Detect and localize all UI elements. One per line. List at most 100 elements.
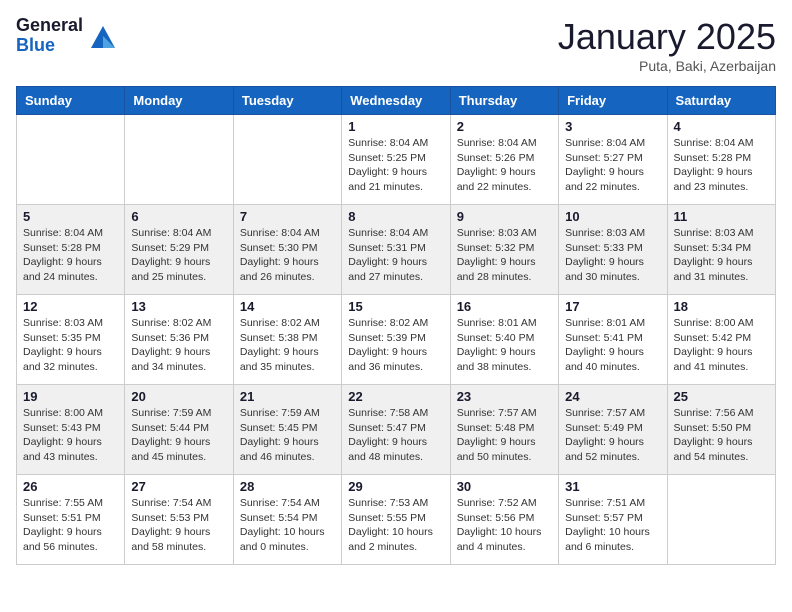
calendar-cell: 24 Sunrise: 7:57 AMSunset: 5:49 PMDayligh… (559, 385, 667, 475)
calendar-cell (667, 475, 775, 565)
day-info: Sunrise: 8:04 AMSunset: 5:27 PMDaylight:… (565, 136, 660, 195)
day-info: Sunrise: 8:03 AMSunset: 5:35 PMDaylight:… (23, 316, 118, 375)
weekday-header-friday: Friday (559, 87, 667, 115)
day-number: 18 (674, 299, 769, 314)
calendar-cell: 18 Sunrise: 8:00 AMSunset: 5:42 PMDayligh… (667, 295, 775, 385)
day-number: 6 (131, 209, 226, 224)
logo: General Blue (16, 16, 117, 56)
day-info: Sunrise: 7:57 AMSunset: 5:49 PMDaylight:… (565, 406, 660, 465)
day-number: 7 (240, 209, 335, 224)
day-info: Sunrise: 7:52 AMSunset: 5:56 PMDaylight:… (457, 496, 552, 555)
day-number: 14 (240, 299, 335, 314)
calendar-cell: 28 Sunrise: 7:54 AMSunset: 5:54 PMDayligh… (233, 475, 341, 565)
calendar-cell (17, 115, 125, 205)
day-info: Sunrise: 7:51 AMSunset: 5:57 PMDaylight:… (565, 496, 660, 555)
day-info: Sunrise: 8:04 AMSunset: 5:28 PMDaylight:… (23, 226, 118, 285)
day-number: 26 (23, 479, 118, 494)
calendar-cell: 13 Sunrise: 8:02 AMSunset: 5:36 PMDayligh… (125, 295, 233, 385)
page-header: General Blue January 2025 Puta, Baki, Az… (16, 16, 776, 74)
calendar-week-row: 12 Sunrise: 8:03 AMSunset: 5:35 PMDayligh… (17, 295, 776, 385)
location: Puta, Baki, Azerbaijan (558, 58, 776, 74)
weekday-header-sunday: Sunday (17, 87, 125, 115)
day-info: Sunrise: 7:54 AMSunset: 5:54 PMDaylight:… (240, 496, 335, 555)
day-number: 27 (131, 479, 226, 494)
day-number: 24 (565, 389, 660, 404)
day-info: Sunrise: 7:54 AMSunset: 5:53 PMDaylight:… (131, 496, 226, 555)
calendar-cell: 22 Sunrise: 7:58 AMSunset: 5:47 PMDayligh… (342, 385, 450, 475)
calendar-week-row: 5Sunrise: 8:04 AMSunset: 5:28 PMDaylight… (17, 205, 776, 295)
calendar-cell: 29Sunrise: 7:53 AMSunset: 5:55 PMDayligh… (342, 475, 450, 565)
calendar-cell: 1 Sunrise: 8:04 AMSunset: 5:25 PMDaylight… (342, 115, 450, 205)
calendar-cell: 23Sunrise: 7:57 AMSunset: 5:48 PMDayligh… (450, 385, 558, 475)
calendar-cell: 30 Sunrise: 7:52 AMSunset: 5:56 PMDayligh… (450, 475, 558, 565)
calendar-cell: 17 Sunrise: 8:01 AMSunset: 5:41 PMDayligh… (559, 295, 667, 385)
calendar-header-row: SundayMondayTuesdayWednesdayThursdayFrid… (17, 87, 776, 115)
calendar-cell: 19 Sunrise: 8:00 AMSunset: 5:43 PMDayligh… (17, 385, 125, 475)
day-info: Sunrise: 8:01 AMSunset: 5:40 PMDaylight:… (457, 316, 552, 375)
day-info: Sunrise: 8:00 AMSunset: 5:42 PMDaylight:… (674, 316, 769, 375)
calendar-cell: 31 Sunrise: 7:51 AMSunset: 5:57 PMDayligh… (559, 475, 667, 565)
day-number: 16 (457, 299, 552, 314)
calendar-cell: 14 Sunrise: 8:02 AMSunset: 5:38 PMDayligh… (233, 295, 341, 385)
day-info: Sunrise: 8:03 AMSunset: 5:33 PMDaylight:… (565, 226, 660, 285)
day-info: Sunrise: 8:04 AMSunset: 5:25 PMDaylight:… (348, 136, 443, 195)
calendar-cell: 27 Sunrise: 7:54 AMSunset: 5:53 PMDayligh… (125, 475, 233, 565)
calendar-cell: 15Sunrise: 8:02 AMSunset: 5:39 PMDayligh… (342, 295, 450, 385)
calendar-cell: 25 Sunrise: 7:56 AMSunset: 5:50 PMDayligh… (667, 385, 775, 475)
calendar-cell: 21Sunrise: 7:59 AMSunset: 5:45 PMDayligh… (233, 385, 341, 475)
calendar-cell: 10Sunrise: 8:03 AMSunset: 5:33 PMDayligh… (559, 205, 667, 295)
month-title: January 2025 (558, 16, 776, 58)
calendar-cell: 3 Sunrise: 8:04 AMSunset: 5:27 PMDaylight… (559, 115, 667, 205)
weekday-header-saturday: Saturday (667, 87, 775, 115)
calendar-cell: 6 Sunrise: 8:04 AMSunset: 5:29 PMDaylight… (125, 205, 233, 295)
calendar-table: SundayMondayTuesdayWednesdayThursdayFrid… (16, 86, 776, 565)
day-number: 20 (131, 389, 226, 404)
day-number: 29 (348, 479, 443, 494)
day-number: 12 (23, 299, 118, 314)
day-info: Sunrise: 8:04 AMSunset: 5:30 PMDaylight:… (240, 226, 335, 285)
day-number: 11 (674, 209, 769, 224)
day-number: 8 (348, 209, 443, 224)
day-info: Sunrise: 8:01 AMSunset: 5:41 PMDaylight:… (565, 316, 660, 375)
logo-general: General (16, 16, 83, 36)
calendar-cell: 2Sunrise: 8:04 AMSunset: 5:26 PMDaylight… (450, 115, 558, 205)
calendar-cell: 12 Sunrise: 8:03 AMSunset: 5:35 PMDayligh… (17, 295, 125, 385)
day-number: 3 (565, 119, 660, 134)
calendar-week-row: 19 Sunrise: 8:00 AMSunset: 5:43 PMDayligh… (17, 385, 776, 475)
calendar-cell: 4Sunrise: 8:04 AMSunset: 5:28 PMDaylight… (667, 115, 775, 205)
calendar-cell: 26Sunrise: 7:55 AMSunset: 5:51 PMDayligh… (17, 475, 125, 565)
weekday-header-tuesday: Tuesday (233, 87, 341, 115)
logo-blue: Blue (16, 36, 83, 56)
day-number: 17 (565, 299, 660, 314)
day-number: 9 (457, 209, 552, 224)
day-info: Sunrise: 8:04 AMSunset: 5:26 PMDaylight:… (457, 136, 552, 195)
day-number: 13 (131, 299, 226, 314)
day-info: Sunrise: 7:58 AMSunset: 5:47 PMDaylight:… (348, 406, 443, 465)
calendar-cell: 16 Sunrise: 8:01 AMSunset: 5:40 PMDayligh… (450, 295, 558, 385)
day-info: Sunrise: 7:56 AMSunset: 5:50 PMDaylight:… (674, 406, 769, 465)
day-info: Sunrise: 8:00 AMSunset: 5:43 PMDaylight:… (23, 406, 118, 465)
calendar-cell (125, 115, 233, 205)
day-number: 19 (23, 389, 118, 404)
day-number: 4 (674, 119, 769, 134)
day-number: 28 (240, 479, 335, 494)
day-info: Sunrise: 7:57 AMSunset: 5:48 PMDaylight:… (457, 406, 552, 465)
day-number: 31 (565, 479, 660, 494)
day-number: 15 (348, 299, 443, 314)
day-info: Sunrise: 8:04 AMSunset: 5:31 PMDaylight:… (348, 226, 443, 285)
day-number: 21 (240, 389, 335, 404)
day-number: 30 (457, 479, 552, 494)
day-info: Sunrise: 8:03 AMSunset: 5:32 PMDaylight:… (457, 226, 552, 285)
title-block: January 2025 Puta, Baki, Azerbaijan (558, 16, 776, 74)
calendar-cell: 9 Sunrise: 8:03 AMSunset: 5:32 PMDaylight… (450, 205, 558, 295)
day-number: 1 (348, 119, 443, 134)
calendar-week-row: 26Sunrise: 7:55 AMSunset: 5:51 PMDayligh… (17, 475, 776, 565)
day-number: 22 (348, 389, 443, 404)
day-info: Sunrise: 8:02 AMSunset: 5:38 PMDaylight:… (240, 316, 335, 375)
calendar-cell: 8 Sunrise: 8:04 AMSunset: 5:31 PMDaylight… (342, 205, 450, 295)
day-info: Sunrise: 8:04 AMSunset: 5:29 PMDaylight:… (131, 226, 226, 285)
calendar-week-row: 1 Sunrise: 8:04 AMSunset: 5:25 PMDaylight… (17, 115, 776, 205)
day-info: Sunrise: 8:02 AMSunset: 5:36 PMDaylight:… (131, 316, 226, 375)
day-number: 25 (674, 389, 769, 404)
weekday-header-monday: Monday (125, 87, 233, 115)
